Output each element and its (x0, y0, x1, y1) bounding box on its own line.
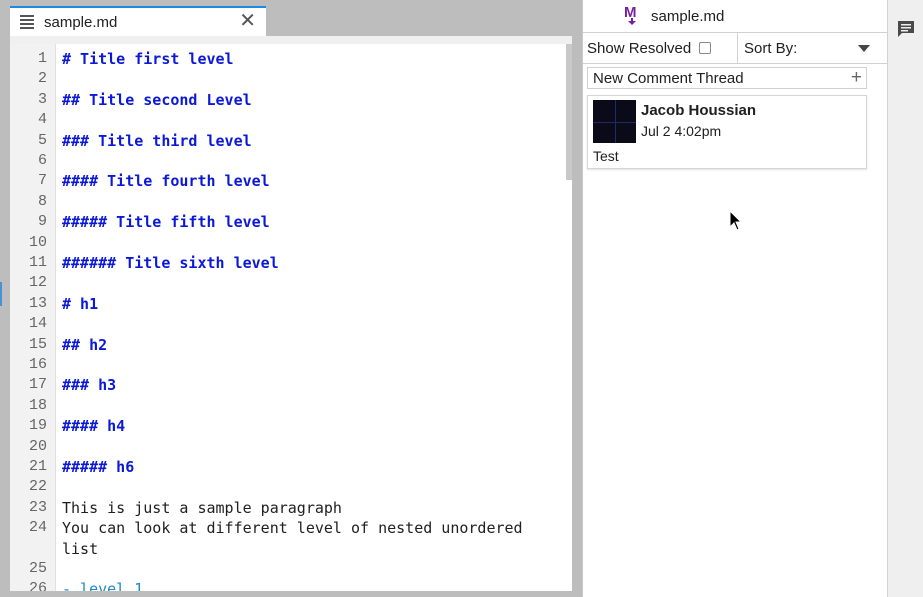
document-icon (20, 15, 34, 29)
cursor-icon (729, 209, 743, 232)
new-thread-label: New Comment Thread (593, 69, 744, 87)
line-number: 25 (28, 560, 47, 577)
right-activity-bar (887, 0, 923, 597)
code-line: #### Title fourth level (62, 172, 270, 191)
line-number-gutter: 1 2 3 4 5 6 7 8 9 10 11 12 13 14 15 16 17 18 19 20 21 22 23 24 2… (10, 44, 56, 591)
comments-panel: M sample.md Show Resolved Sort By: New C… (582, 0, 888, 597)
code-line: # Title first level (62, 50, 234, 68)
comment-author: Jacob Houssian (641, 102, 757, 119)
code-line: list (62, 539, 99, 558)
line-number: 26 (28, 580, 47, 591)
sort-by-label: Sort By: (744, 39, 798, 57)
code-line: ### Title third level (62, 131, 252, 150)
line-number: 19 (28, 417, 47, 435)
code-line: This is just a sample paragraph (62, 498, 342, 517)
line-number: 20 (28, 437, 47, 455)
code-line: ##### h6 (62, 458, 135, 476)
chevron-down-icon[interactable] (858, 45, 870, 52)
line-number: 9 (37, 213, 47, 231)
line-number: 7 (37, 172, 47, 190)
line-number: 16 (28, 356, 47, 373)
sort-by-dropdown[interactable]: Sort By: (738, 33, 888, 63)
tab-sample-md[interactable]: sample.md ✕ (10, 6, 266, 36)
plus-icon[interactable]: + (851, 67, 862, 89)
comment-timestamp: Jul 2 4:02pm (641, 123, 722, 139)
m-logo-icon: M (623, 3, 641, 29)
code-line: # h1 (62, 294, 99, 313)
comments-file-name: sample.md (651, 7, 725, 25)
line-number: 24 (28, 519, 47, 537)
line-number: 15 (28, 335, 47, 353)
line-number: 1 (37, 50, 47, 67)
code-line: ##### Title fifth level (62, 213, 270, 232)
comments-toolbar: Show Resolved Sort By: (583, 32, 888, 64)
line-number: 18 (28, 396, 47, 414)
show-resolved-label: Show Resolved (587, 39, 692, 57)
code-line: ## Title second Level (62, 90, 252, 109)
line-number: 3 (37, 90, 47, 108)
code-line: #### h4 (62, 417, 126, 436)
comments-header: M sample.md (583, 0, 888, 32)
code-line: ###### Title sixth level (62, 254, 279, 272)
new-comment-thread-button[interactable]: New Comment Thread + (587, 67, 867, 89)
tab-bar: sample.md ✕ (10, 0, 572, 36)
show-resolved-toggle[interactable]: Show Resolved (583, 33, 738, 63)
line-number: 5 (37, 131, 47, 149)
vertical-scrollbar-thumb[interactable] (566, 44, 572, 180)
line-number: 4 (37, 111, 47, 129)
comment-text: Test (593, 148, 619, 164)
line-number: 14 (28, 315, 47, 333)
line-number: 6 (37, 152, 47, 169)
close-icon[interactable]: ✕ (239, 11, 256, 31)
line-number: 2 (37, 70, 47, 88)
editor-panel: sample.md ✕ 1 2 3 4 5 6 7 8 9 10 11 12 13 14 15 16 17 18 1… (0, 0, 582, 597)
editor-top-strip (10, 36, 572, 44)
code-line: ## h2 (62, 335, 108, 354)
code-editor[interactable]: 1 2 3 4 5 6 7 8 9 10 11 12 13 14 15 16 17 18 19 20 21 22 23 24 2… (10, 36, 572, 591)
line-number: 21 (28, 458, 47, 475)
tab-label: sample.md (44, 13, 118, 31)
left-edge-accent (0, 282, 2, 306)
comment-thread-card[interactable]: Jacob Houssian Jul 2 4:02pm Test (587, 95, 867, 169)
line-number: 17 (28, 376, 47, 394)
checkbox-icon[interactable] (699, 42, 712, 54)
svg-text:M: M (624, 4, 637, 21)
line-number: 22 (28, 478, 47, 496)
code-line: - level 1 (62, 580, 144, 591)
line-number: 11 (28, 254, 47, 271)
line-number: 10 (28, 233, 47, 251)
avatar (593, 100, 636, 143)
code-line: You can look at different level of neste… (62, 519, 523, 538)
comment-icon[interactable] (897, 20, 915, 38)
code-line: ### h3 (62, 376, 117, 395)
line-number: 23 (28, 498, 47, 516)
line-number: 13 (28, 294, 47, 312)
line-number: 8 (37, 192, 47, 210)
line-number: 12 (28, 274, 47, 292)
